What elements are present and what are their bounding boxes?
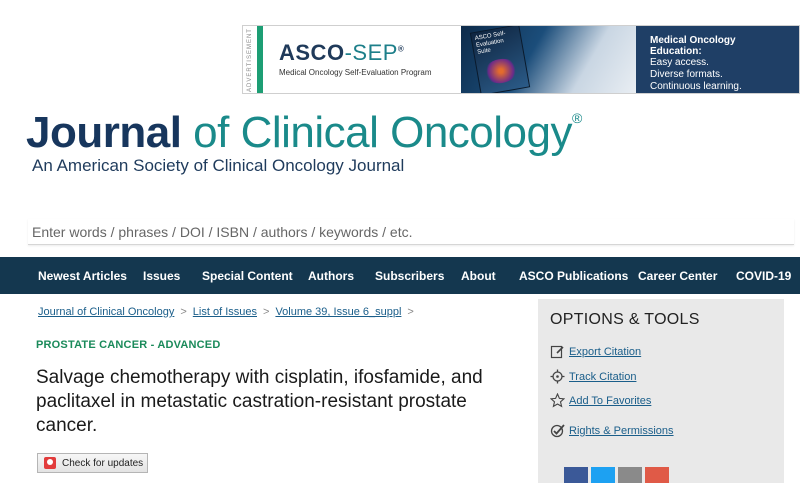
nav-about[interactable]: About bbox=[461, 269, 496, 283]
nav-newest-articles[interactable]: Newest Articles bbox=[38, 269, 127, 283]
edit-icon bbox=[550, 344, 565, 359]
breadcrumb-separator: > bbox=[180, 306, 187, 318]
ad-line: Diverse formats. bbox=[650, 69, 723, 80]
nav-authors[interactable]: Authors bbox=[308, 269, 354, 283]
search-input[interactable] bbox=[28, 219, 794, 245]
email-share-icon[interactable] bbox=[618, 467, 642, 483]
crossmark-icon bbox=[44, 457, 56, 469]
breadcrumb-journal[interactable]: Journal of Clinical Oncology bbox=[38, 306, 174, 318]
check-for-updates-label: Check for updates bbox=[62, 457, 144, 469]
tool-export-citation[interactable]: Export Citation bbox=[550, 344, 641, 359]
options-tools-panel: OPTIONS & TOOLS Export Citation Track Ci… bbox=[538, 299, 784, 483]
check-circle-icon bbox=[550, 423, 565, 438]
advertisement-banner[interactable]: ADVERTISEMENT ASCO-SEP® Medical Oncology… bbox=[242, 25, 800, 94]
nav-special-content[interactable]: Special Content bbox=[202, 269, 293, 283]
facebook-share-icon[interactable] bbox=[564, 467, 588, 483]
nav-covid-19[interactable]: COVID-19 bbox=[736, 269, 791, 283]
check-for-updates-button[interactable]: Check for updates bbox=[37, 453, 148, 473]
breadcrumb-volume[interactable]: Volume 39, Issue 6_suppl bbox=[275, 306, 401, 318]
nav-career-center[interactable]: Career Center bbox=[638, 269, 717, 283]
tool-rights-permissions[interactable]: Rights & Permissions bbox=[550, 423, 674, 438]
nav-issues[interactable]: Issues bbox=[143, 269, 180, 283]
breadcrumb-separator: > bbox=[407, 306, 414, 318]
options-tools-title: OPTIONS & TOOLS bbox=[550, 311, 700, 328]
article-section-label: PROSTATE CANCER - ADVANCED bbox=[36, 339, 221, 351]
journal-masthead[interactable]: Journal of Clinical Oncology® An America… bbox=[26, 106, 582, 176]
tool-label[interactable]: Export Citation bbox=[569, 346, 641, 358]
breadcrumb-list-of-issues[interactable]: List of Issues bbox=[193, 306, 257, 318]
article-title: Salvage chemotherapy with cisplatin, ifo… bbox=[36, 367, 483, 436]
tool-add-to-favorites[interactable]: Add To Favorites bbox=[549, 392, 651, 408]
journal-title: Journal of Clinical Oncology® bbox=[26, 108, 582, 157]
ad-tagline: Medical Oncology Self-Evaluation Program bbox=[279, 68, 432, 77]
ad-book-image: ASCO Self-Evaluation Suite bbox=[469, 26, 531, 93]
ad-line: Continuous learning. bbox=[650, 81, 742, 92]
ad-headline: Medical Oncology Education: bbox=[650, 35, 736, 57]
star-icon bbox=[549, 392, 566, 408]
ad-vertical-label: ADVERTISEMENT bbox=[247, 27, 253, 92]
breadcrumb: Journal of Clinical Oncology > List of Iss… bbox=[38, 306, 420, 318]
breadcrumb-separator: > bbox=[263, 306, 270, 318]
twitter-share-icon[interactable] bbox=[591, 467, 615, 483]
journal-title-bold: Journal bbox=[26, 108, 182, 157]
ad-brand-suffix: -SEP bbox=[344, 40, 398, 65]
more-share-icon[interactable] bbox=[645, 467, 669, 483]
nav-subscribers[interactable]: Subscribers bbox=[375, 269, 444, 283]
tool-track-citation[interactable]: Track Citation bbox=[550, 369, 636, 384]
crosshair-icon bbox=[550, 369, 565, 384]
ad-line: Easy access. bbox=[650, 57, 709, 68]
tool-label[interactable]: Rights & Permissions bbox=[569, 425, 674, 437]
ad-logo: ASCO-SEP® Medical Oncology Self-Evaluati… bbox=[279, 40, 432, 77]
ad-brand-main: ASCO bbox=[279, 40, 345, 65]
ad-message: Medical Oncology Education: Easy access.… bbox=[636, 26, 799, 93]
main-nav: Newest Articles Issues Special Content A… bbox=[0, 257, 800, 294]
tool-label[interactable]: Track Citation bbox=[569, 371, 636, 383]
nav-asco-publications[interactable]: ASCO Publications bbox=[519, 269, 628, 283]
tool-label[interactable]: Add To Favorites bbox=[569, 395, 651, 407]
ad-accent-bar bbox=[257, 26, 263, 93]
ad-photo: ASCO Self-Evaluation Suite bbox=[461, 26, 636, 93]
journal-title-rest: of Clinical Oncology bbox=[181, 108, 572, 157]
